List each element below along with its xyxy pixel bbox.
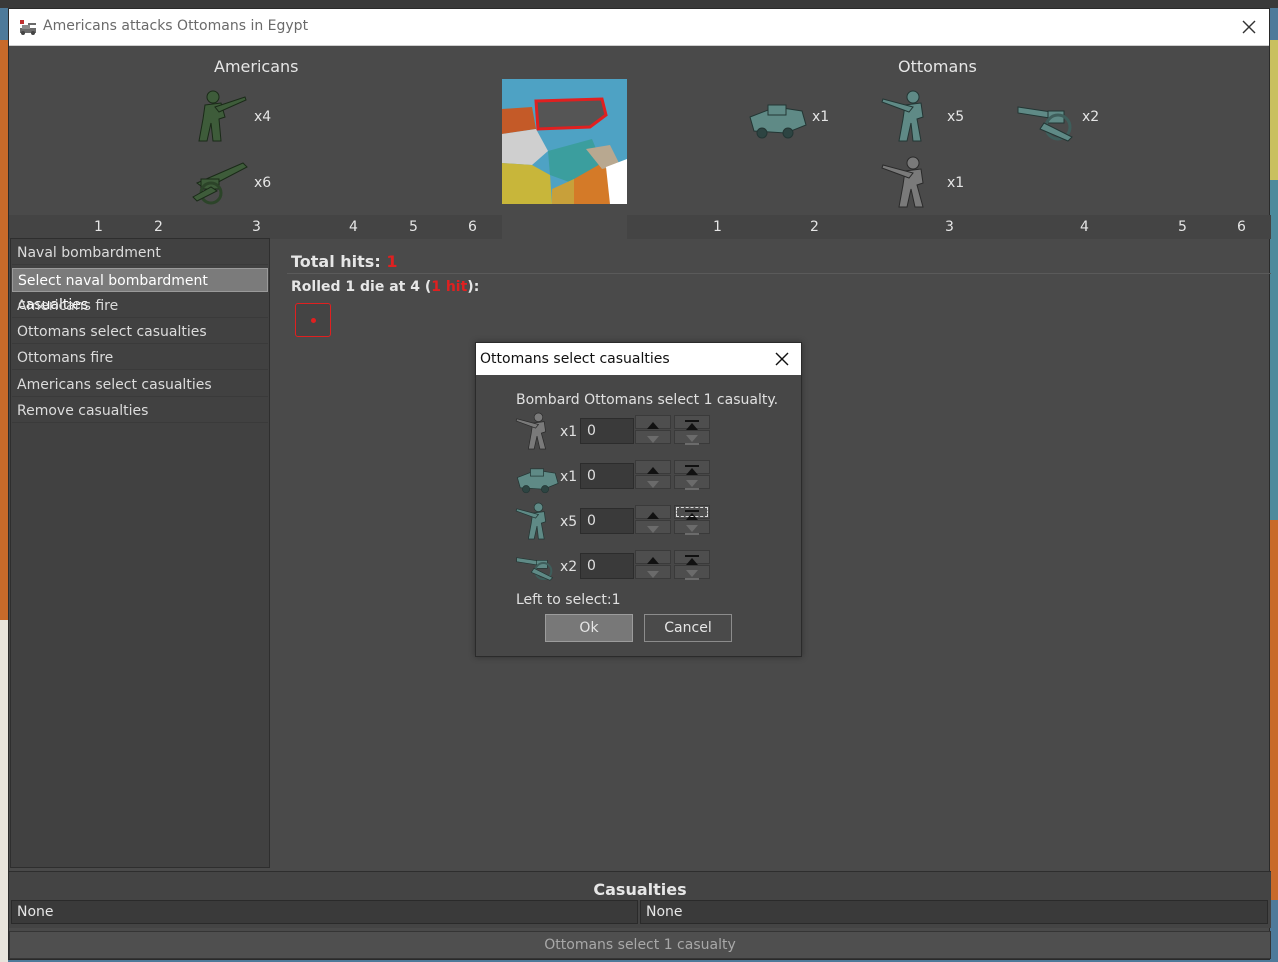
attacker-casualties: None (11, 900, 638, 924)
dice-tick: 2 (810, 219, 819, 235)
row-count: x5 (560, 514, 578, 530)
total-hits-value: 1 (386, 252, 398, 271)
row-count: x2 (560, 559, 578, 575)
casualty-count-input[interactable]: 0 (580, 418, 634, 444)
unit-count: x1 (812, 109, 830, 125)
step-item-selected[interactable]: Select naval bombardment casualties (12, 268, 268, 313)
dice-tick: 2 (154, 219, 163, 235)
territory-map (502, 79, 627, 204)
dice-tick: 5 (1178, 219, 1187, 235)
decrement-button[interactable] (635, 475, 671, 489)
die-icon (295, 303, 331, 337)
infantry-icon (515, 502, 547, 540)
dice-tick: 5 (409, 219, 418, 235)
dice-tick: 1 (94, 219, 103, 235)
app-icon (20, 20, 36, 35)
roll-hits: 1 hit (431, 279, 468, 295)
increment-max-button[interactable] (674, 505, 710, 520)
increment-max-button[interactable] (674, 415, 710, 430)
decrement-min-button[interactable] (674, 520, 710, 535)
battle-step-list: Naval bombardment Select naval bombardme… (10, 238, 270, 868)
left-to-select: Left to select:1 (516, 592, 621, 608)
row-count: x1 (560, 469, 578, 485)
step-item[interactable]: Americans select casualties (12, 373, 268, 397)
step-item[interactable]: Ottomans fire (12, 346, 268, 370)
window-title: Americans attacks Ottomans in Egypt (43, 18, 309, 34)
attacker-name: Americans (214, 57, 299, 76)
status-bar: Ottomans select 1 casualty (9, 931, 1271, 959)
dice-tick: 6 (468, 219, 477, 235)
total-hits-label: Total hits: (291, 252, 381, 271)
dice-tick: 4 (349, 219, 358, 235)
decrement-min-button[interactable] (674, 565, 710, 580)
decrement-min-button[interactable] (674, 475, 710, 490)
decrement-button[interactable] (635, 430, 671, 444)
roll-summary: Rolled 1 die at 4 (1 hit): (291, 279, 479, 295)
dice-tick: 3 (252, 219, 261, 235)
armour-icon (516, 468, 559, 494)
row-count: x1 (560, 424, 578, 440)
decrement-button[interactable] (635, 565, 671, 579)
dialog-title: Ottomans select casualties (480, 351, 670, 367)
casualties-title: Casualties (593, 880, 687, 899)
dialog-title-bar[interactable]: Ottomans select casualties (476, 343, 801, 375)
title-bar[interactable]: Americans attacks Ottomans in Egypt (9, 9, 1269, 46)
ok-button[interactable]: Ok (545, 614, 633, 642)
select-casualties-dialog: Ottomans select casualties Bombard Ottom… (475, 342, 802, 657)
increment-button[interactable] (635, 460, 671, 474)
increment-button[interactable] (635, 550, 671, 564)
increment-button[interactable] (635, 505, 671, 519)
defender-name: Ottomans (898, 57, 977, 76)
increment-max-button[interactable] (674, 550, 710, 565)
close-icon[interactable] (773, 350, 791, 368)
unit-count: x4 (254, 109, 272, 125)
artillery-icon (516, 557, 554, 581)
casualty-count-input[interactable]: 0 (580, 463, 634, 489)
artillery-icon (192, 162, 248, 205)
decrement-button[interactable] (635, 520, 671, 534)
cancel-button[interactable]: Cancel (644, 614, 732, 642)
defender-casualties: None (640, 900, 1268, 924)
total-hits: Total hits: 1 (291, 252, 397, 271)
casualty-count-input[interactable]: 0 (580, 508, 634, 534)
unit-count: x1 (947, 175, 965, 191)
marine-icon (515, 412, 547, 450)
step-item[interactable]: Naval bombardment (12, 241, 268, 265)
casualties-panel: Casualties None None (9, 871, 1271, 928)
increment-button[interactable] (635, 415, 671, 429)
dice-tick: 6 (1237, 219, 1246, 235)
step-item[interactable]: Remove casualties (12, 399, 268, 423)
unit-count: x2 (1082, 109, 1100, 125)
close-icon[interactable] (1239, 17, 1259, 37)
unit-count: x5 (947, 109, 965, 125)
artillery-icon (1017, 106, 1073, 142)
casualty-count-input[interactable]: 0 (580, 553, 634, 579)
armour-icon (749, 104, 807, 139)
dialog-message: Bombard Ottomans select 1 casualty. (516, 392, 779, 408)
unit-count: x6 (254, 175, 272, 191)
step-item[interactable]: Americans fire (12, 294, 268, 318)
decrement-min-button[interactable] (674, 430, 710, 445)
dice-tick: 1 (713, 219, 722, 235)
roll-suffix: ): (467, 279, 480, 295)
divider (287, 273, 1271, 274)
roll-prefix: Rolled 1 die at 4 ( (291, 279, 432, 295)
marine-icon (881, 156, 924, 208)
dice-tick: 4 (1080, 219, 1089, 235)
increment-max-button[interactable] (674, 460, 710, 475)
dice-tick: 3 (945, 219, 954, 235)
infantry-icon (198, 90, 247, 142)
infantry-icon (881, 90, 924, 142)
step-item[interactable]: Ottomans select casualties (12, 320, 268, 344)
